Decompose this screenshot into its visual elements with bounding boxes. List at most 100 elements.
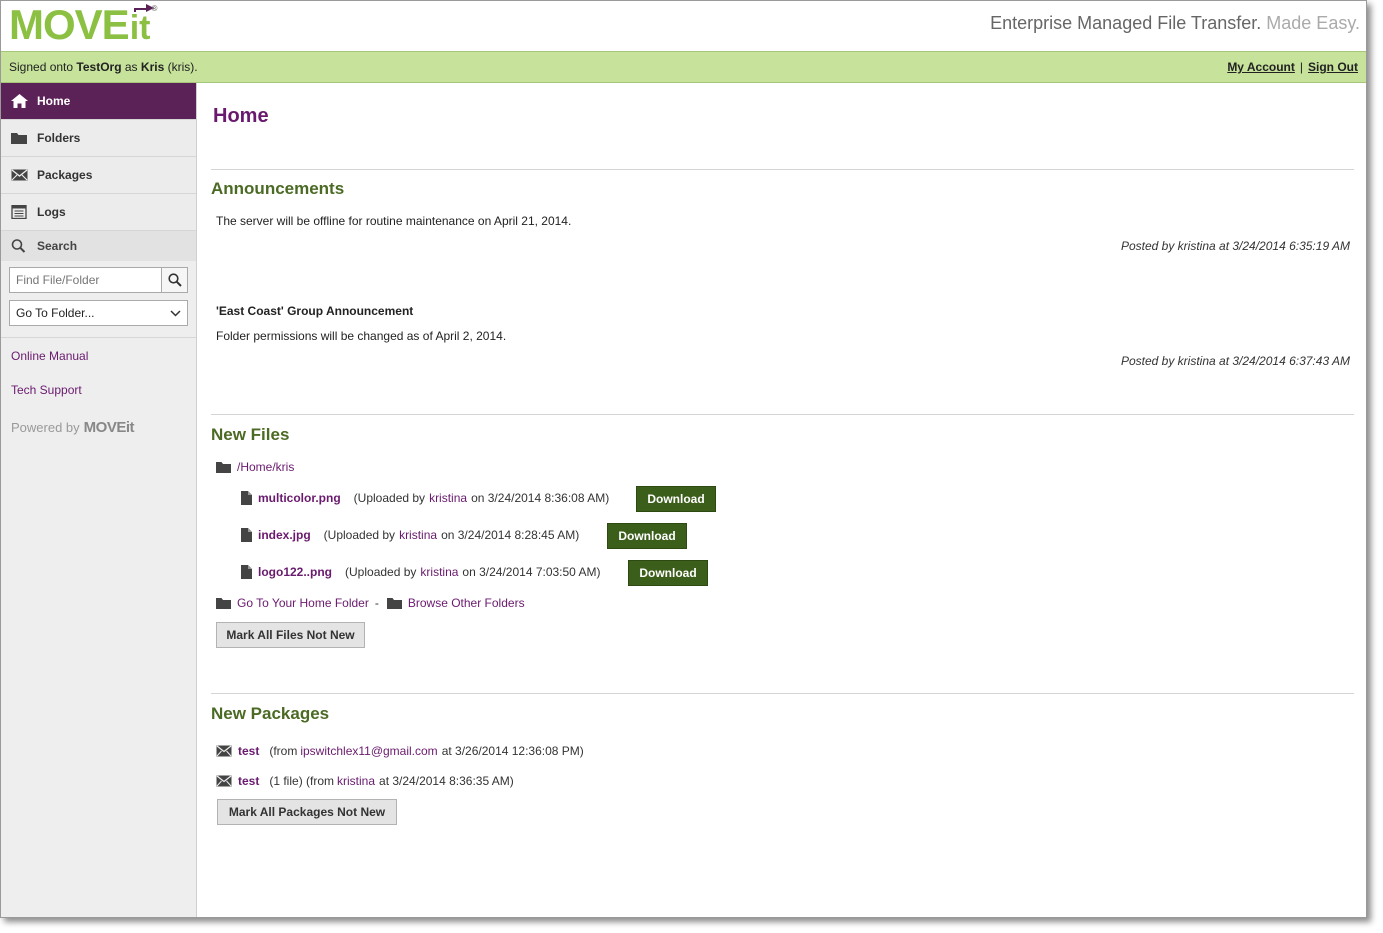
tagline-main: Enterprise Managed File Transfer. (990, 13, 1262, 33)
search-icon (11, 239, 26, 253)
file-icon (241, 528, 252, 542)
file-row: index.jpg (Uploaded by kristina on 3/24/… (241, 528, 579, 542)
sidebar-item-logs[interactable]: Logs (1, 194, 196, 231)
header: MOVE it ® Enterprise Managed File Transf… (1, 1, 1366, 51)
powered-by: Powered by MOVEit (1, 419, 196, 436)
go-to-folder-select[interactable]: Go To Folder... (9, 300, 188, 326)
package-from-text: (1 file) (from (269, 774, 335, 788)
sidebar-item-label: Logs (37, 205, 66, 219)
download-button[interactable]: Download (607, 523, 687, 549)
uploaded-on-text: on 3/24/2014 8:28:45 AM) (441, 528, 580, 542)
package-row: test (from ipswitchlex11@gmail.com at 3/… (216, 744, 584, 758)
package-sender-link[interactable]: kristina (337, 774, 375, 788)
powered-by-logo: MOVEit (83, 419, 135, 436)
logo-it-text: it (130, 3, 154, 53)
tagline-easy: Made Easy. (1266, 13, 1360, 33)
chevron-down-icon (170, 309, 181, 317)
sidebar-item-label: Home (37, 94, 71, 108)
package-row: test (1 file) (from kristina at 3/24/201… (216, 774, 514, 788)
app-window: MOVE it ® Enterprise Managed File Transf… (0, 0, 1367, 918)
folder-icon (216, 598, 231, 609)
folder-link[interactable]: /Home/kris (237, 460, 294, 474)
announcement-text: The server will be offline for routine m… (216, 214, 572, 228)
uploaded-on-text: on 3/24/2014 7:03:50 AM) (462, 565, 601, 579)
envelope-icon (216, 745, 232, 757)
logo-arrow-icon (133, 4, 154, 12)
section-divider (211, 693, 1354, 694)
folder-nav-row: Go To Your Home Folder - Browse Other Fo… (216, 596, 525, 610)
announcement-posted: Posted by kristina at 3/24/2014 6:37:43 … (1120, 354, 1350, 368)
uploaded-by-text: (Uploaded by (323, 528, 396, 542)
browse-other-folders-link[interactable]: Browse Other Folders (408, 596, 525, 610)
link-separator: | (1299, 60, 1303, 74)
tagline: Enterprise Managed File Transfer. Made E… (990, 13, 1360, 34)
download-button[interactable]: Download (628, 560, 708, 586)
sidebar-item-home[interactable]: Home (1, 83, 196, 120)
mark-files-not-new-button[interactable]: Mark All Files Not New (216, 622, 365, 648)
envelope-icon (11, 169, 28, 181)
tech-support-link[interactable]: Tech Support (1, 383, 196, 397)
link-separator: - (374, 596, 379, 610)
file-name-link[interactable]: logo122..png (258, 565, 332, 579)
search-label: Search (37, 239, 78, 253)
page-title: Home (213, 105, 269, 127)
sidebar: Home Folders Packages Logs Search Go To … (1, 83, 197, 917)
uploaded-on-text: on 3/24/2014 8:36:08 AM) (471, 491, 610, 505)
package-name-link[interactable]: test (238, 774, 259, 788)
sidebar-item-packages[interactable]: Packages (1, 157, 196, 194)
powered-by-text: Powered by (11, 420, 80, 435)
uploaded-by-text: (Uploaded by (353, 491, 426, 505)
package-from-text: (from (269, 744, 298, 758)
uploaded-by-text: (Uploaded by (345, 565, 417, 579)
search-box (9, 267, 188, 293)
new-files-heading: New Files (211, 425, 290, 444)
sidebar-divider (1, 337, 196, 338)
logo-move-text: MOVE (9, 1, 130, 48)
search-button[interactable] (161, 268, 187, 292)
uploader-link[interactable]: kristina (399, 528, 437, 542)
my-account-link[interactable]: My Account (1227, 60, 1295, 74)
sidebar-item-folders[interactable]: Folders (1, 120, 196, 157)
package-date-text: at 3/26/2014 12:36:08 PM) (441, 744, 584, 758)
file-icon (241, 565, 252, 579)
uploader-link[interactable]: kristina (420, 565, 458, 579)
status-bar: Signed onto TestOrg as Kris (kris). My A… (1, 51, 1366, 83)
download-button[interactable]: Download (636, 486, 716, 512)
file-row: multicolor.png (Uploaded by kristina on … (241, 491, 609, 505)
new-packages-heading: New Packages (211, 704, 330, 723)
section-divider (211, 414, 1354, 415)
package-sender-link[interactable]: ipswitchlex11@gmail.com (300, 744, 437, 758)
file-name-link[interactable]: multicolor.png (258, 491, 341, 505)
sidebar-item-label: Folders (37, 131, 81, 145)
folder-row: /Home/kris (216, 460, 294, 474)
package-date-text: at 3/24/2014 8:36:35 AM) (379, 774, 514, 788)
signed-in-text: Signed onto TestOrg as Kris (kris). (9, 60, 198, 74)
folder-select-value: Go To Folder... (16, 306, 95, 320)
user-name: Kris (140, 60, 165, 74)
file-row: logo122..png (Uploaded by kristina on 3/… (241, 565, 601, 579)
log-icon (11, 205, 27, 219)
announcement-title: 'East Coast' Group Announcement (216, 304, 414, 318)
file-icon (241, 491, 252, 505)
section-divider (211, 169, 1354, 170)
folder-icon (216, 462, 231, 473)
folder-icon (11, 133, 27, 144)
online-manual-link[interactable]: Online Manual (1, 349, 196, 363)
mark-packages-not-new-button[interactable]: Mark All Packages Not New (217, 799, 397, 825)
sign-out-link[interactable]: Sign Out (1308, 60, 1358, 74)
main-content: Home Announcements The server will be of… (198, 83, 1366, 917)
go-home-folder-link[interactable]: Go To Your Home Folder (237, 596, 369, 610)
file-name-link[interactable]: index.jpg (258, 528, 311, 542)
uploader-link[interactable]: kristina (429, 491, 467, 505)
package-name-link[interactable]: test (238, 744, 259, 758)
folder-icon (386, 598, 402, 609)
announcements-heading: Announcements (211, 179, 345, 198)
announcement-text: Folder permissions will be changed as of… (216, 329, 507, 343)
search-header: Search (1, 231, 196, 261)
envelope-icon (216, 775, 232, 787)
announcement-posted: Posted by kristina at 3/24/2014 6:35:19 … (1120, 239, 1350, 253)
username: (kris). (167, 60, 198, 74)
moveit-logo[interactable]: MOVE it ® (9, 1, 157, 48)
search-input[interactable] (10, 268, 161, 292)
org-name: TestOrg (76, 60, 122, 74)
